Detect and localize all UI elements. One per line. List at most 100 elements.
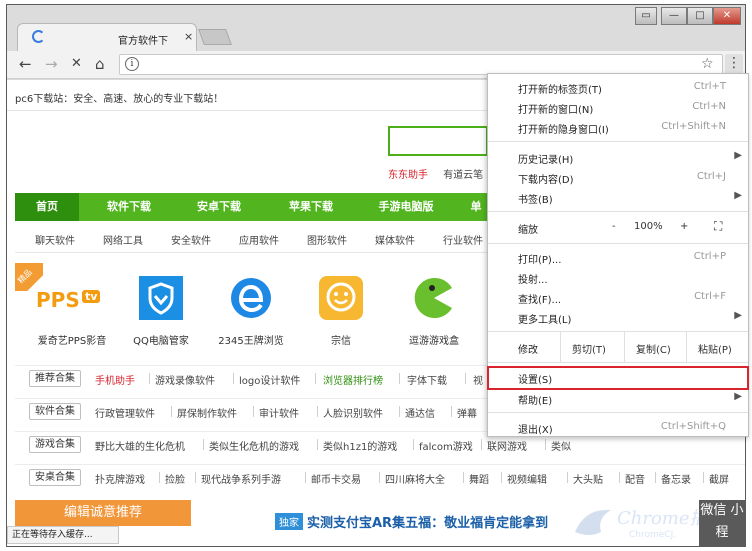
app-item[interactable]: 宗信 xyxy=(296,276,386,347)
app-item[interactable]: 逗游游戏盒 xyxy=(389,276,479,347)
menu-bookmarks[interactable]: 书签(B) ▶ xyxy=(488,188,748,208)
zoom-in-button[interactable]: + xyxy=(680,221,688,232)
tag-link[interactable]: 字体下载 xyxy=(407,372,447,387)
news-headline[interactable]: 独家 实测支付宝AR集五福：敬业福肯定能拿到 xyxy=(275,512,548,531)
pacman-icon xyxy=(412,276,456,320)
tag-link[interactable]: 邮币卡交易 xyxy=(311,471,361,486)
tag-link[interactable]: 审计软件 xyxy=(259,405,299,420)
forward-arrow-icon[interactable]: → xyxy=(45,55,58,73)
tag-link[interactable]: 联网游戏 xyxy=(487,438,527,453)
loading-spinner-icon xyxy=(32,30,45,43)
window-close-button[interactable]: ✕ xyxy=(713,7,741,25)
menu-item-shortcut: Ctrl+T xyxy=(693,81,726,92)
address-bar[interactable]: i xyxy=(119,54,723,75)
home-icon[interactable]: ⌂ xyxy=(95,55,105,73)
subnav-item[interactable]: 行业软件 xyxy=(443,232,483,247)
app-item[interactable]: 2345王牌浏览 xyxy=(206,276,296,347)
tag-row-label[interactable]: 安桌合集 xyxy=(29,469,81,486)
tag-link[interactable]: 浏览器排行榜 xyxy=(323,372,383,387)
menu-find[interactable]: 查找(F)... Ctrl+F xyxy=(488,288,748,308)
window-maximize-button[interactable]: □ xyxy=(687,7,713,25)
nav-software[interactable]: 软件下载 xyxy=(89,193,169,221)
tag-row-label[interactable]: 推荐合集 xyxy=(29,370,81,387)
menu-new-tab[interactable]: 打开新的标签页(T) Ctrl+T xyxy=(488,78,748,98)
tag-row-label[interactable]: 软件合集 xyxy=(29,403,81,420)
menu-more-tools[interactable]: 更多工具(L) ▶ xyxy=(488,308,748,328)
new-tab-button[interactable] xyxy=(198,29,232,45)
stop-icon[interactable]: ✕ xyxy=(71,55,82,73)
window-minimize-button[interactable]: — xyxy=(661,7,687,25)
tag-link[interactable]: 行政管理软件 xyxy=(95,405,155,420)
nav-apple[interactable]: 苹果下载 xyxy=(271,193,351,221)
zoom-out-button[interactable]: - xyxy=(612,221,616,232)
nav-home[interactable]: 首页 xyxy=(15,193,79,221)
cut-button[interactable]: 剪切(T) xyxy=(572,341,606,356)
tag-link[interactable]: 视频编辑 xyxy=(507,471,547,486)
tag-link[interactable]: 舞蹈 xyxy=(469,471,489,486)
nav-android[interactable]: 安卓下载 xyxy=(179,193,259,221)
menu-cast[interactable]: 投射... xyxy=(488,268,748,288)
subnav-item[interactable]: 应用软件 xyxy=(239,232,279,247)
menu-new-window[interactable]: 打开新的窗口(N) Ctrl+N xyxy=(488,98,748,118)
browser-tab[interactable]: 官方软件下 × xyxy=(17,23,197,51)
nav-mobile-games-pc[interactable]: 手游电脑版 xyxy=(361,193,451,221)
tag-link[interactable]: 现代战争系列手游 xyxy=(201,471,281,486)
menu-downloads[interactable]: 下载内容(D) Ctrl+J xyxy=(488,168,748,188)
paste-button[interactable]: 粘贴(P) xyxy=(698,341,732,356)
title-bar: 官方软件下 × ▭ — □ ✕ xyxy=(7,5,745,51)
tag-link[interactable]: 通达信 xyxy=(405,405,435,420)
tag-link[interactable]: falcom游戏 xyxy=(419,438,473,453)
menu-help[interactable]: 帮助(E) ▶ xyxy=(488,389,748,409)
tag-link[interactable]: 视 xyxy=(473,372,483,387)
search-input[interactable] xyxy=(388,126,488,156)
fullscreen-icon[interactable]: ⛶ xyxy=(714,219,722,234)
tag-link[interactable]: 捡脸 xyxy=(165,471,185,486)
tag-link[interactable]: 配音 xyxy=(625,471,645,486)
tag-link[interactable]: 手机助手 xyxy=(95,372,135,387)
site-info-icon[interactable]: i xyxy=(125,57,139,71)
bookmark-star-icon[interactable]: ☆ xyxy=(701,56,714,72)
tag-link[interactable]: 截屏 xyxy=(709,471,729,486)
tag-link[interactable]: 四川麻将大全 xyxy=(385,471,445,486)
tag-link[interactable]: 屏保制作软件 xyxy=(177,405,237,420)
tag-link[interactable]: 类似 xyxy=(551,438,571,453)
tag-link[interactable]: 弹幕 xyxy=(457,405,477,420)
tag-link[interactable]: 游戏录像软件 xyxy=(155,372,215,387)
tag-link[interactable]: logo设计软件 xyxy=(239,372,300,387)
edit-label: 修改 xyxy=(518,345,538,356)
menu-new-incognito[interactable]: 打开新的隐身窗口(I) Ctrl+Shift+N xyxy=(488,118,748,138)
subnav-item[interactable]: 图形软件 xyxy=(307,232,347,247)
app-name: 逗游游戏盒 xyxy=(409,336,459,347)
tag-link[interactable]: 大头贴 xyxy=(573,471,603,486)
tag-link[interactable]: 野比大雄的生化危机 xyxy=(95,438,185,453)
menu-history[interactable]: 历史记录(H) ▶ xyxy=(488,148,748,168)
recommend-banner[interactable]: 编辑诚意推荐 xyxy=(15,500,191,526)
menu-settings[interactable]: 设置(S) xyxy=(487,366,749,390)
tag-link[interactable]: 扑克牌游戏 xyxy=(95,471,145,486)
tag-link[interactable]: 人脸识别软件 xyxy=(323,405,383,420)
subnav-item[interactable]: 聊天软件 xyxy=(35,232,75,247)
hotword-link[interactable]: 有道云笔 xyxy=(443,170,483,181)
subnav-item[interactable]: 安全软件 xyxy=(171,232,211,247)
subnav-item[interactable]: 媒体软件 xyxy=(375,232,415,247)
chrome-menu-icon[interactable]: ⋮ xyxy=(725,54,743,74)
back-arrow-icon[interactable]: ← xyxy=(19,55,32,73)
tag-row-label[interactable]: 游戏合集 xyxy=(29,436,81,453)
tag-link[interactable]: 类似h1z1的游戏 xyxy=(323,438,397,453)
menu-item-label: 书签(B) xyxy=(518,195,553,206)
tag-link[interactable]: 类似生化危机的游戏 xyxy=(209,438,299,453)
app-item[interactable]: PPS tv 爱奇艺PPS影音 xyxy=(27,276,117,347)
window-restore-button[interactable]: ▭ xyxy=(635,7,657,25)
tab-close-icon[interactable]: × xyxy=(184,30,193,43)
menu-item-shortcut: Ctrl+P xyxy=(693,251,726,262)
news-text[interactable]: 实测支付宝AR集五福：敬业福肯定能拿到 xyxy=(307,516,548,531)
hotword-link[interactable]: 东东助手 xyxy=(388,170,428,181)
subnav-item[interactable]: 网络工具 xyxy=(103,232,143,247)
app-item[interactable]: QQ电脑管家 xyxy=(116,276,206,347)
menu-print[interactable]: 打印(P)... Ctrl+P xyxy=(488,248,748,268)
submenu-arrow-icon: ▶ xyxy=(734,150,742,161)
copy-button[interactable]: 复制(C) xyxy=(636,341,671,356)
tag-link[interactable]: 备忘录 xyxy=(661,471,691,486)
menu-exit[interactable]: 退出(X) Ctrl+Shift+Q xyxy=(488,418,748,438)
sub-nav: 聊天软件 网络工具 安全软件 应用软件 图形软件 媒体软件 行业软件 xyxy=(15,228,495,250)
